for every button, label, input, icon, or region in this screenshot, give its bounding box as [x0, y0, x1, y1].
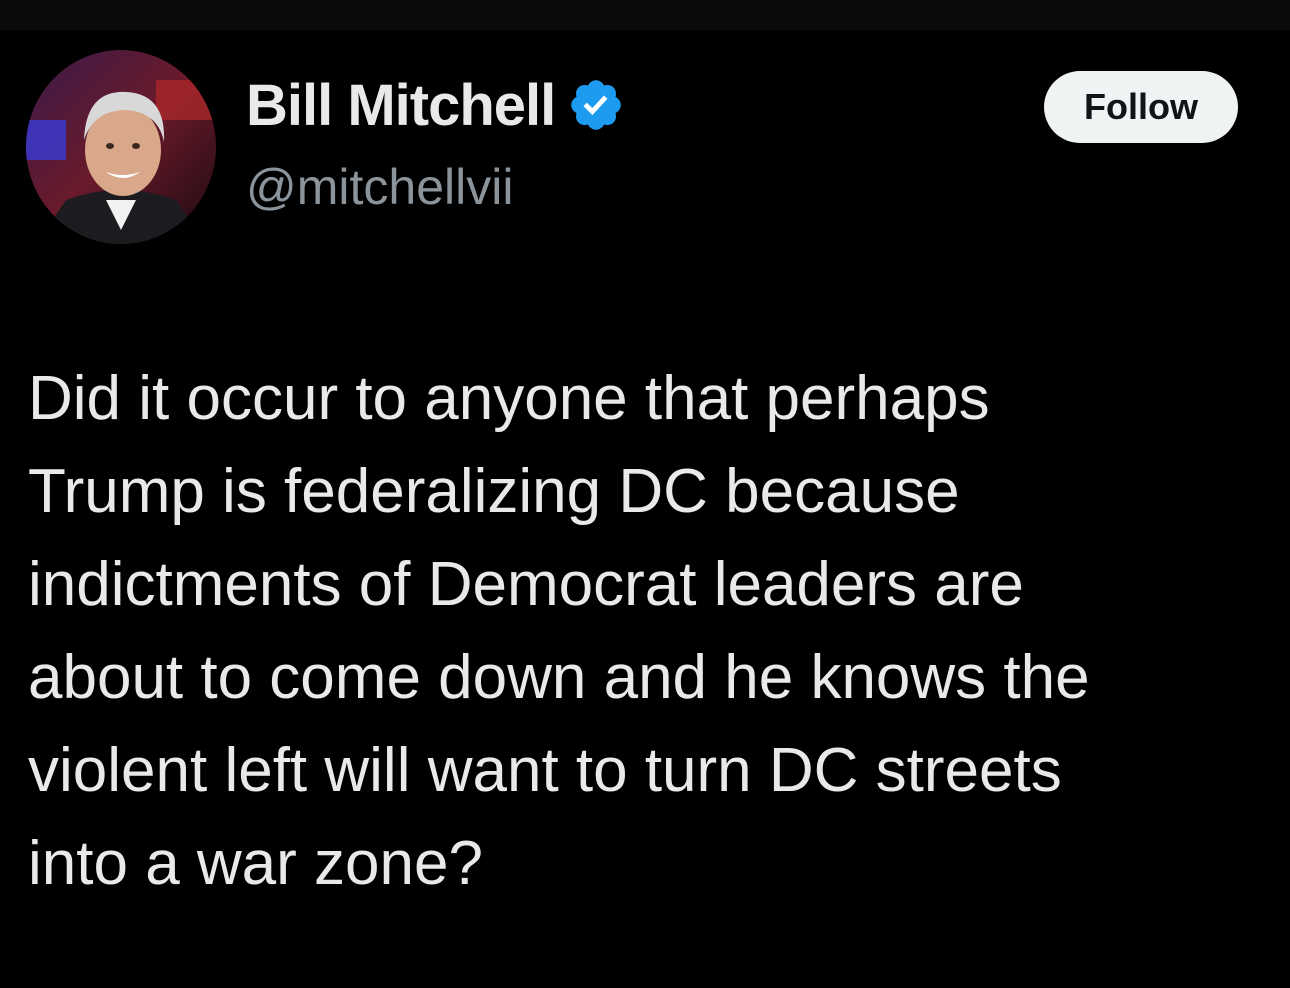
author-name[interactable]: Bill Mitchell — [246, 72, 556, 139]
tweet-card: Bill Mitchell @mitchellvii Follow Did it… — [0, 0, 1290, 988]
author-avatar[interactable] — [26, 50, 216, 244]
profile-photo-icon — [26, 50, 216, 244]
tweet-text: Did it occur to anyone that perhaps Trum… — [28, 364, 1090, 898]
verified-badge-icon[interactable] — [567, 76, 625, 134]
author-handle[interactable]: @mitchellvii — [246, 158, 513, 216]
author-name-row: Bill Mitchell — [246, 70, 625, 140]
follow-button[interactable]: Follow — [1044, 71, 1238, 143]
